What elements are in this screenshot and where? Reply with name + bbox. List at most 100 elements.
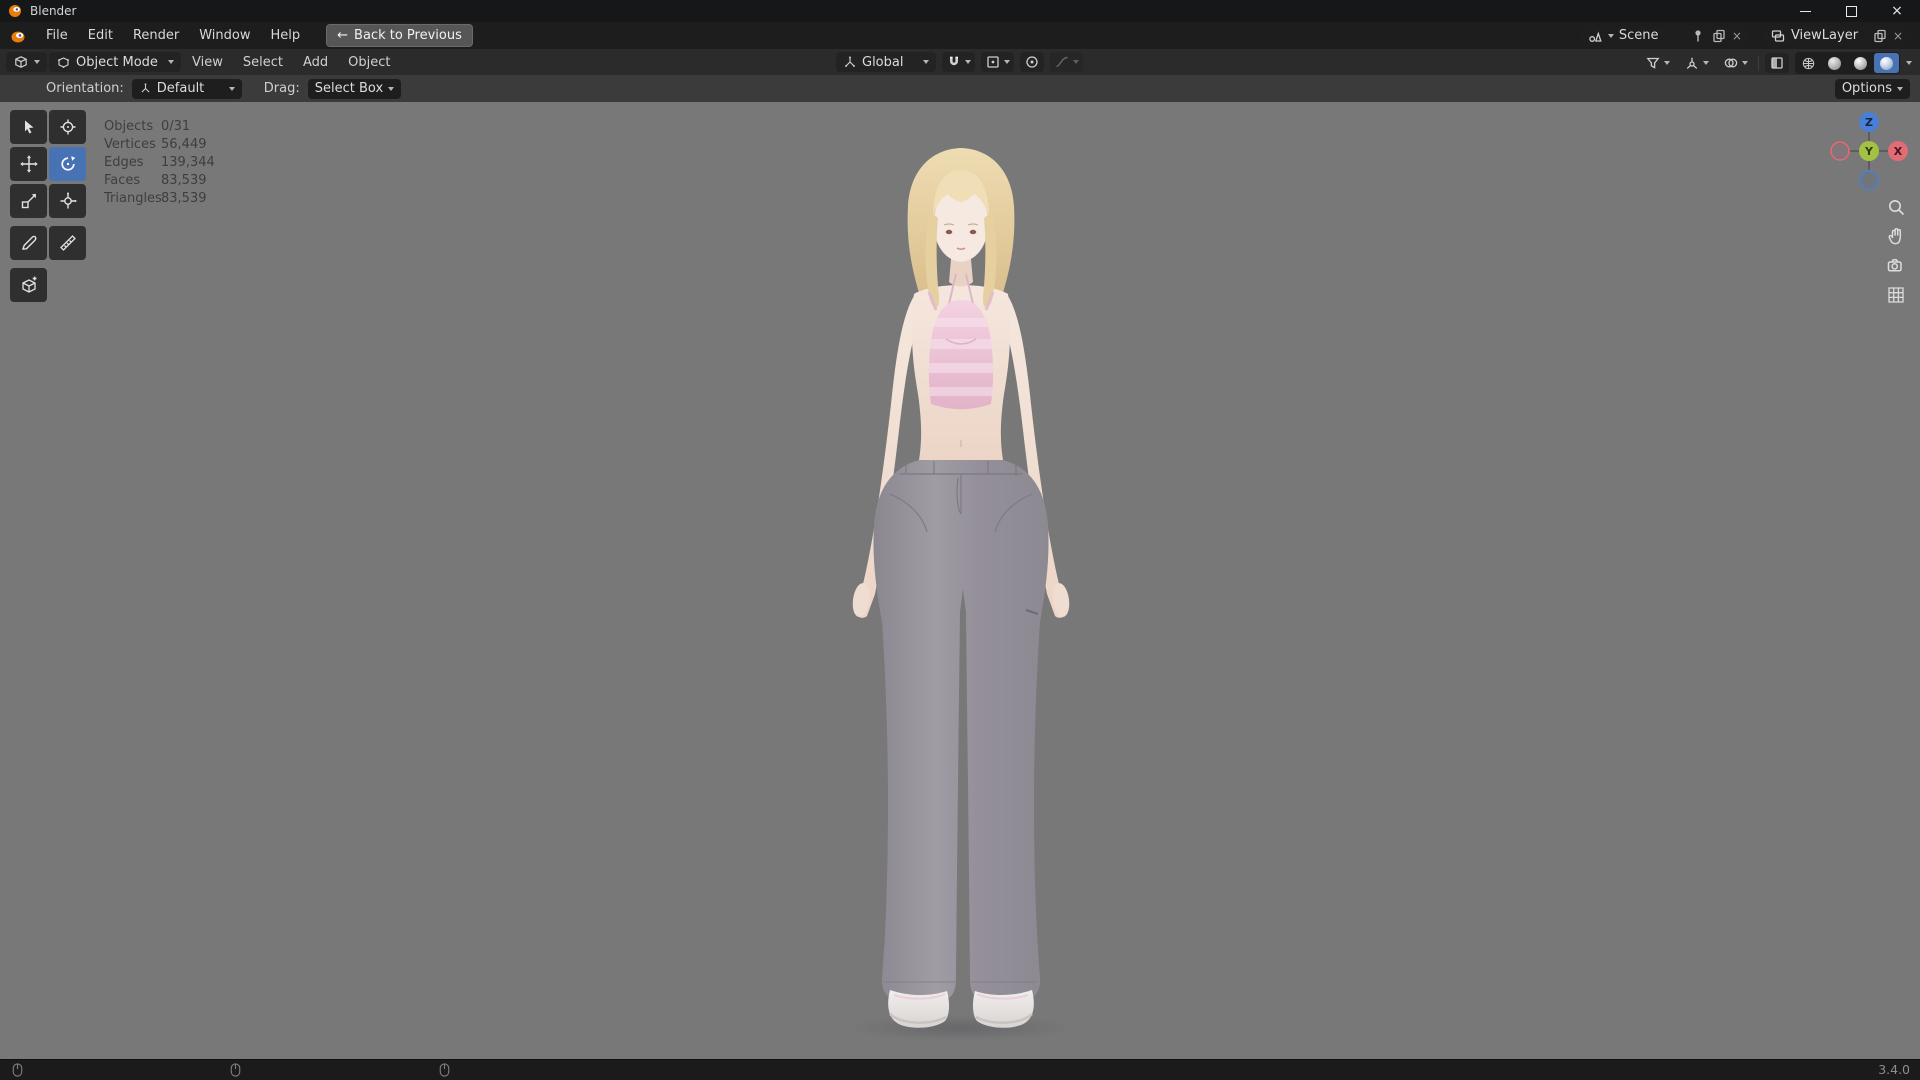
select-tweak-tool-button[interactable] — [10, 110, 47, 144]
pan-button[interactable] — [1884, 224, 1908, 248]
orientation-default-dropdown[interactable]: Default — [131, 78, 242, 99]
blender-version: 3.4.0 — [1878, 1062, 1910, 1077]
shading-dropdown-chevron[interactable] — [1906, 61, 1912, 65]
3d-cursor-tool-button[interactable] — [49, 110, 86, 144]
snap-toggle-button[interactable] — [942, 52, 975, 72]
stat-row: Edges 139,344 — [104, 154, 215, 172]
shading-mode-group — [1795, 52, 1900, 74]
menu-window[interactable]: Window — [189, 22, 260, 49]
maximize-icon — [1845, 5, 1857, 17]
window-close-button[interactable]: × — [1874, 0, 1920, 22]
mouse-left-hint-icon — [10, 1062, 25, 1078]
proportional-falloff-dropdown[interactable] — [1050, 52, 1083, 72]
scene-viewlayer-area: Scene × ViewLayer × — [1579, 25, 1910, 46]
mode-dropdown[interactable]: Object Mode — [49, 52, 181, 72]
shading-rendered-button[interactable] — [1874, 53, 1899, 73]
menu-help[interactable]: Help — [261, 22, 311, 49]
stat-value: 0/31 — [161, 119, 191, 134]
3d-viewport[interactable]: Objects 0/31 Vertices 56,449 Edges 139,344 … — [0, 102, 1920, 1060]
back-to-previous-button[interactable]: ← Back to Previous — [326, 24, 473, 47]
zoom-button[interactable] — [1884, 195, 1908, 219]
chevron-down-icon — [228, 86, 235, 91]
blender-logo-icon — [11, 31, 25, 42]
snap-target-dropdown[interactable] — [981, 52, 1014, 72]
shading-material-button[interactable] — [1848, 53, 1873, 73]
scale-tool-button[interactable] — [10, 184, 47, 218]
measure-tool-button[interactable] — [49, 226, 86, 260]
3d-cursor-icon — [60, 119, 75, 135]
pin-icon[interactable] — [1690, 28, 1706, 44]
camera-view-button[interactable] — [1884, 254, 1908, 278]
menu-object[interactable]: Object — [339, 52, 399, 72]
editor-type-button[interactable] — [6, 52, 47, 72]
menu-select[interactable]: Select — [234, 52, 292, 72]
menu-edit[interactable]: Edit — [78, 22, 123, 49]
overlays-icon — [1724, 58, 1738, 68]
window-maximize-button[interactable] — [1828, 0, 1874, 22]
selectability-filter-dropdown[interactable] — [1641, 53, 1674, 73]
unlink-scene-icon[interactable]: × — [1732, 30, 1742, 42]
drag-dropdown[interactable]: Select Box — [307, 78, 402, 99]
proportional-editing-button[interactable] — [1020, 52, 1044, 72]
snap-increment-icon — [987, 56, 999, 68]
stat-row: Faces 83,539 — [104, 172, 215, 190]
move-tool-button[interactable] — [10, 147, 47, 181]
axis-x-label: X — [1894, 145, 1903, 158]
transform-orientation-dropdown[interactable]: Global — [836, 52, 936, 72]
chevron-down-icon — [34, 60, 40, 64]
statistics-overlay: Objects 0/31 Vertices 56,449 Edges 139,344 … — [104, 118, 215, 208]
toggle-ortho-button[interactable] — [1884, 283, 1908, 307]
menu-add[interactable]: Add — [294, 52, 337, 72]
transform-tool-button[interactable] — [49, 184, 86, 218]
chevron-down-icon — [388, 86, 395, 91]
chevron-down-icon — [965, 60, 971, 64]
menu-render[interactable]: Render — [123, 22, 189, 49]
viewlayer-selector[interactable]: ViewLayer × — [1762, 25, 1910, 46]
annotate-tool-button[interactable] — [10, 226, 47, 260]
axis-x-negative-handle[interactable] — [1830, 141, 1850, 161]
stat-row: Vertices 56,449 — [104, 136, 215, 154]
axis-z-negative-handle[interactable] — [1859, 170, 1879, 190]
viewport-header-left: Object Mode View Select Add Object — [6, 52, 399, 72]
minimize-icon — [1799, 10, 1811, 12]
chevron-down-icon — [1703, 61, 1709, 65]
stat-row: Objects 0/31 — [104, 118, 215, 136]
new-scene-icon[interactable] — [1711, 28, 1727, 44]
gizmos-dropdown[interactable] — [1680, 53, 1713, 73]
viewlayer-icon — [1771, 29, 1785, 42]
solid-sphere-icon — [1828, 56, 1841, 70]
shading-wireframe-button[interactable] — [1796, 53, 1821, 73]
magnet-icon — [950, 56, 958, 66]
tool-settings-bar: Orientation: Default Drag: Select Box Op… — [0, 75, 1920, 103]
menu-view[interactable]: View — [183, 52, 232, 72]
stat-label: Faces — [104, 173, 141, 188]
close-icon: × — [1891, 3, 1903, 19]
tool-palette — [10, 110, 88, 305]
add-cube-tool-button[interactable] — [10, 268, 47, 302]
shading-solid-button[interactable] — [1822, 53, 1847, 73]
stat-row: Triangles 83,539 — [104, 190, 215, 208]
options-dropdown[interactable]: Options — [1834, 78, 1910, 99]
viewport-header: Object Mode View Select Add Object Globa… — [0, 49, 1920, 76]
rotate-tool-button[interactable] — [49, 147, 86, 181]
xray-toggle-button[interactable] — [1765, 53, 1789, 73]
scene-name[interactable]: Scene — [1619, 28, 1685, 43]
stat-value: 56,449 — [161, 137, 207, 152]
xray-icon — [1771, 57, 1783, 69]
stat-value: 83,539 — [161, 191, 207, 206]
scene-selector[interactable]: Scene × — [1579, 25, 1749, 46]
window-minimize-button[interactable] — [1782, 0, 1828, 22]
magnifier-icon — [1889, 200, 1905, 216]
titlebar: Blender × — [0, 0, 1920, 22]
axis-navigation-gizmo[interactable]: Z X Y — [1827, 109, 1911, 193]
new-viewlayer-icon[interactable] — [1872, 28, 1888, 44]
remove-viewlayer-icon[interactable]: × — [1893, 30, 1903, 42]
stat-label: Vertices — [104, 137, 156, 152]
viewlayer-name[interactable]: ViewLayer — [1791, 28, 1867, 43]
character-model[interactable] — [830, 142, 1090, 1032]
chevron-down-icon — [1607, 33, 1614, 38]
app-menu-button[interactable] — [0, 22, 36, 49]
menu-file[interactable]: File — [36, 22, 78, 49]
mouse-middle-hint-icon — [228, 1062, 243, 1078]
overlays-dropdown[interactable] — [1719, 53, 1752, 73]
